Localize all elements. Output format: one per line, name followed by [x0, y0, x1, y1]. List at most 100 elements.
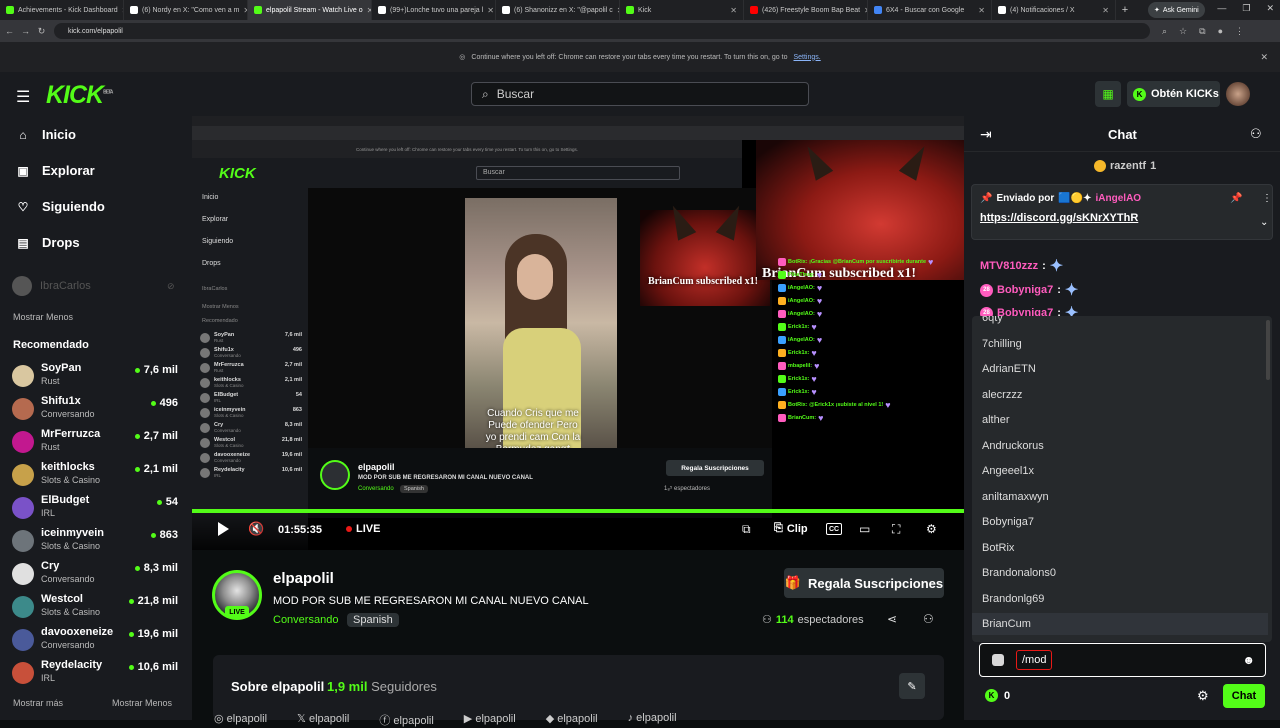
gift-subscriptions-button[interactable]: 🎁 Regala Suscripciones [784, 568, 944, 598]
pinned-by-user[interactable]: iAngelAO [1096, 193, 1142, 204]
recommended-channel[interactable]: Westcol Slots & Casino 21,8 mil [12, 593, 182, 623]
mention-suggestion[interactable]: alther [982, 414, 1010, 426]
theater-mode-icon[interactable]: ⧉ [742, 522, 751, 537]
close-tab-icon[interactable]: ✕ [978, 6, 985, 15]
browser-tab[interactable]: (6) Shanonizz en X: "@papolil c✕ [496, 0, 620, 20]
zoom-icon[interactable]: ⌕ [1162, 26, 1167, 37]
social-link[interactable]: ▶ elpapolil [464, 712, 516, 728]
social-link[interactable]: 𝕏 elpapolil [297, 712, 349, 728]
show-more-link[interactable]: Mostrar más [13, 698, 63, 708]
mention-suggestion[interactable]: Bobyniga7 [982, 516, 1034, 528]
recommended-channel[interactable]: Shifu1x Conversando 496 [12, 395, 182, 425]
sidebar-item-following[interactable]: ♡ Siguiendo [16, 199, 105, 214]
close-tab-icon[interactable]: ✕ [1102, 6, 1109, 15]
user-avatar[interactable] [1226, 82, 1250, 106]
mini-player-icon[interactable]: ▭ [859, 522, 870, 536]
social-link[interactable]: ◆ elpapolil [546, 712, 598, 728]
browser-tab[interactable]: 6X4 - Buscar con Google ✕ [868, 0, 992, 20]
settings-gear-icon[interactable]: ⚙ [926, 522, 937, 536]
browser-tab[interactable]: (426) Freestyle Boom Bap Beat✕ [744, 0, 868, 20]
mention-suggestion[interactable]: alecrzzz [982, 389, 1022, 401]
social-link[interactable]: ◎ elpapolil [214, 712, 267, 728]
video-player[interactable]: Continue where you left off: Chrome can … [192, 116, 964, 550]
chat-settings-icon[interactable]: ⚙ [1197, 688, 1209, 704]
chevron-down-icon[interactable]: ⌄ [1260, 217, 1268, 228]
new-tab-button[interactable]: + [1116, 4, 1134, 16]
search-input[interactable]: ⌕ Buscar [471, 82, 809, 106]
sidebar-item-drops[interactable]: ▤ Drops [16, 235, 79, 250]
close-icon[interactable]: ✕ [1260, 52, 1268, 63]
sidebar-item-home[interactable]: ⌂ Inicio [16, 127, 76, 142]
mention-suggestion[interactable]: AdrianETN [982, 363, 1036, 375]
scrollbar[interactable] [1266, 320, 1270, 380]
clip-button[interactable]: ⎘ Clip [774, 522, 808, 535]
more-options-icon[interactable]: ⋮ [1262, 193, 1272, 204]
follow-icon[interactable]: ⚇ [923, 612, 934, 626]
unpin-icon[interactable]: 📌 [1230, 193, 1242, 204]
mention-suggestion[interactable]: Brandonlg69 [982, 593, 1044, 605]
collapse-chat-icon[interactable]: ⇥ [980, 126, 992, 143]
browser-tab[interactable]: elpapolil Stream - Watch Live o✕ [248, 0, 372, 20]
social-link[interactable]: ⓕ elpapolil [379, 712, 433, 728]
browser-tab[interactable]: (99+)Lonche tuvo una pareja l ✕ [372, 0, 496, 20]
settings-link[interactable]: Settings. [793, 54, 820, 61]
recommended-channel[interactable]: Cry Conversando 8,3 mil [12, 560, 182, 590]
show-less-link[interactable]: Mostrar Menos [112, 698, 172, 708]
command-chip[interactable]: /mod [1016, 650, 1053, 670]
mention-suggestion[interactable]: Angeeel1x [982, 465, 1034, 477]
url-field[interactable]: kick.com/elpapolil [54, 23, 1150, 39]
language-tag[interactable]: Spanish [347, 613, 399, 627]
category-link[interactable]: Conversando [273, 614, 338, 626]
dashboard-button[interactable]: ▦ [1095, 81, 1121, 107]
extensions-icon[interactable]: ⧉ [1199, 26, 1205, 37]
menu-icon[interactable]: ☰ [16, 87, 30, 107]
browser-tab[interactable]: Achievements - Kick Dashboard✕ [0, 0, 124, 20]
mention-suggestion[interactable]: BrianCum [982, 618, 1031, 630]
captions-button[interactable]: CC [826, 523, 842, 535]
ask-gemini-button[interactable]: ✦ Ask Gemini [1148, 2, 1205, 18]
bookmark-star-icon[interactable]: ☆ [1179, 26, 1187, 37]
menu-dots-icon[interactable]: ⋮ [1235, 26, 1244, 37]
maximize-icon[interactable]: ❐ [1242, 3, 1250, 14]
share-icon[interactable]: ⋖ [887, 612, 897, 626]
recommended-channel[interactable]: MrFerruzca Rust 2,7 mil [12, 428, 182, 458]
mention-suggestion[interactable]: BotRix [982, 542, 1014, 554]
chat-username[interactable]: Bobyniga7 [997, 284, 1053, 296]
chat-username[interactable]: MTV810zzz [980, 260, 1038, 272]
mention-suggestion[interactable]: Andruckorus [982, 440, 1044, 452]
emoji-icon[interactable]: ☻ [1242, 653, 1255, 667]
mention-suggestion[interactable]: 7chilling [982, 338, 1022, 350]
recommended-channel[interactable]: davooxeneize Conversando 19,6 mil [12, 626, 182, 656]
edit-icon[interactable]: ✎ [899, 673, 925, 699]
top-gifter[interactable]: razentf 1 [1094, 160, 1156, 172]
recommended-channel[interactable]: keithlocks Slots & Casino 2,1 mil [12, 461, 182, 491]
browser-tab[interactable]: (6) Nordy en X: "Como ven a m✕ [124, 0, 248, 20]
send-chat-button[interactable]: Chat [1223, 684, 1265, 708]
recommended-channel[interactable]: SoyPan Rust 7,6 mil [12, 362, 182, 392]
kicks-balance[interactable]: K0 [985, 689, 1010, 702]
sidebar-offline-channel[interactable]: IbraCarlos ⊘ [12, 276, 175, 296]
chat-input[interactable]: /mod ☻ [979, 643, 1266, 677]
show-less-link[interactable]: Mostrar Menos [13, 312, 73, 322]
recommended-channel[interactable]: Reydelacity IRL 10,6 mil [12, 659, 182, 689]
mute-icon[interactable]: 🔇 [248, 521, 264, 537]
get-kicks-button[interactable]: K Obtén KICKs [1127, 81, 1220, 107]
recommended-channel[interactable]: ElBudget IRL 54 [12, 494, 182, 524]
mention-suggestion[interactable]: aniltamaxwyn [982, 491, 1049, 503]
channel-name[interactable]: elpapolil [273, 570, 334, 587]
browser-tab[interactable]: Kick ✕ [620, 0, 744, 20]
play-icon[interactable] [218, 522, 229, 536]
chat-users-icon[interactable]: ⚇ [1250, 126, 1262, 142]
kick-logo[interactable]: KICKBETA [46, 81, 113, 110]
pinned-link[interactable]: https://discord.gg/sKNrXYThR [980, 212, 1138, 224]
fullscreen-icon[interactable]: ⛶ [892, 522, 900, 537]
back-icon[interactable]: ← [3, 26, 16, 36]
reload-icon[interactable]: ↻ [35, 26, 48, 37]
forward-icon[interactable]: → [19, 26, 32, 36]
close-window-icon[interactable]: ✕ [1266, 3, 1274, 14]
mention-suggestion[interactable]: 6qty [982, 316, 1003, 324]
mention-suggestion[interactable]: Brandonalons0 [982, 567, 1056, 579]
profile-icon[interactable]: ● [1218, 26, 1223, 37]
sidebar-item-explore[interactable]: ▣ Explorar [16, 163, 94, 178]
browser-tab[interactable]: (4) Notificaciones / X ✕ [992, 0, 1116, 20]
